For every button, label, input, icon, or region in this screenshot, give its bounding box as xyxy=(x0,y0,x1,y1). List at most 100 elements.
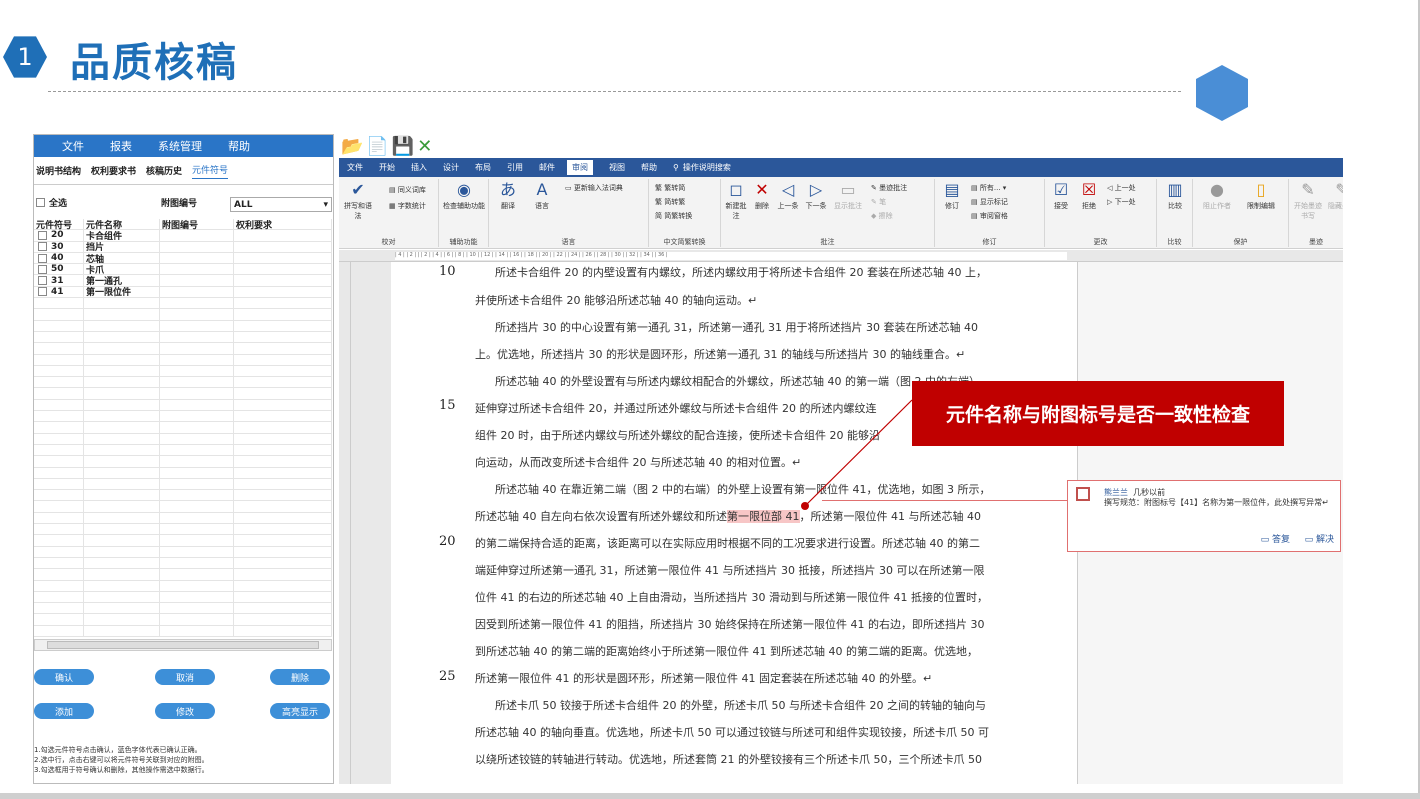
delete-button[interactable]: 删除 xyxy=(270,669,330,685)
tab-spec-structure[interactable]: 说明书结构 xyxy=(36,164,81,177)
menu-help[interactable]: 帮助 xyxy=(228,138,250,154)
figure-number-select[interactable]: ALL ▾ xyxy=(230,197,332,212)
table-row[interactable] xyxy=(34,444,332,457)
table-row[interactable] xyxy=(34,298,332,310)
table-row[interactable] xyxy=(34,320,332,332)
show-markup-button[interactable]: ▤ 显示标记 xyxy=(971,197,1008,207)
tab-view[interactable]: 视图 xyxy=(609,162,625,173)
markup-dropdown[interactable]: ▤ 所有... ▾ xyxy=(971,183,1006,193)
reviewing-pane-button[interactable]: ▤ 审阅窗格 xyxy=(971,211,1008,221)
open-folder-icon[interactable]: 📂 xyxy=(341,136,363,157)
highlight-button[interactable]: 高亮显示 xyxy=(270,703,330,719)
table-row[interactable] xyxy=(34,603,332,615)
next-change-button[interactable]: ▷ 下一处 xyxy=(1107,197,1136,207)
horizontal-ruler[interactable]: | 4 | | 2 | | | 2 | | 4 | | 6 | | 8 | | … xyxy=(339,250,1343,262)
menu-file[interactable]: 文件 xyxy=(62,138,84,154)
horizontal-scrollbar[interactable] xyxy=(34,639,332,651)
table-row[interactable]: 31 第一通孔 xyxy=(34,275,332,287)
restrict-editing-button[interactable]: ▯ 限制编辑 xyxy=(1239,181,1283,211)
close-x-icon[interactable]: ✕ xyxy=(417,136,432,157)
tab-help[interactable]: 帮助 xyxy=(641,162,657,173)
show-comments-button[interactable]: ▭ 显示批注 xyxy=(831,181,865,211)
eraser-button[interactable]: ◆ 擦除 xyxy=(871,211,893,221)
highlighted-error-text[interactable]: 第一限位部 41 xyxy=(727,510,800,523)
table-row[interactable] xyxy=(34,309,332,321)
save-icon[interactable]: 💾 xyxy=(392,136,414,157)
table-row[interactable] xyxy=(34,399,332,412)
select-all-checkbox[interactable] xyxy=(36,197,45,207)
tab-mailings[interactable]: 邮件 xyxy=(539,162,555,173)
prev-change-button[interactable]: ◁ 上一处 xyxy=(1107,183,1136,193)
tab-home[interactable]: 开始 xyxy=(379,162,395,173)
translate-button[interactable]: あ翻译 xyxy=(493,181,523,211)
ime-dictionary-button[interactable]: ▭ 更新输入法词典 xyxy=(565,183,623,193)
scrollbar-thumb[interactable] xyxy=(47,641,319,649)
table-row[interactable] xyxy=(34,411,332,423)
table-row[interactable] xyxy=(34,546,332,558)
table-row[interactable]: 20 卡合组件 xyxy=(34,230,332,242)
tab-layout[interactable]: 布局 xyxy=(475,162,491,173)
table-row[interactable] xyxy=(34,456,332,468)
check-accessibility-button[interactable]: ◉ 检查辅助功能 xyxy=(443,181,485,211)
compare-button[interactable]: ▥ 比较 xyxy=(1161,181,1189,211)
tab-history[interactable]: 核稿历史 xyxy=(146,164,182,177)
table-row[interactable] xyxy=(34,478,332,491)
tab-references[interactable]: 引用 xyxy=(507,162,523,173)
row-checkbox[interactable] xyxy=(38,287,47,297)
row-checkbox[interactable] xyxy=(38,276,47,286)
table-row[interactable] xyxy=(34,614,332,626)
table-row[interactable] xyxy=(34,580,332,592)
tab-review[interactable]: 审阅 xyxy=(567,160,593,175)
table-row[interactable] xyxy=(34,524,332,536)
track-changes-button[interactable]: ▤ 修订 xyxy=(939,181,965,211)
resolve-button[interactable]: ▭ 解决 xyxy=(1305,532,1334,545)
block-authors-button[interactable]: ● 阻止作者 xyxy=(1197,181,1237,211)
table-row[interactable]: 50 卡爪 xyxy=(34,264,332,276)
prev-comment-button[interactable]: ◁ 上一条 xyxy=(775,181,801,211)
tab-component-symbols[interactable]: 元件符号 xyxy=(192,163,229,179)
table-row[interactable] xyxy=(34,354,332,366)
menu-system[interactable]: 系统管理 xyxy=(158,138,202,154)
table-row[interactable] xyxy=(34,490,332,502)
simp-to-trad-button[interactable]: 繁 简转繁 xyxy=(655,197,685,207)
pen-button[interactable]: ✎ 笔 xyxy=(871,197,886,207)
tell-me-search[interactable]: 操作说明搜索 xyxy=(683,162,731,173)
row-checkbox[interactable] xyxy=(38,264,47,274)
reply-button[interactable]: ▭ 答复 xyxy=(1261,532,1290,545)
table-row[interactable] xyxy=(34,591,332,604)
table-row[interactable] xyxy=(34,535,332,547)
reject-button[interactable]: ☒ 拒绝 xyxy=(1077,181,1101,211)
table-row[interactable] xyxy=(34,422,332,434)
next-comment-button[interactable]: ▷ 下一条 xyxy=(803,181,829,211)
accept-button[interactable]: ☑ 接受 xyxy=(1049,181,1073,211)
review-comment[interactable]: 熊兰兰 几秒以前 撰写规范：附图标号【41】名称为第一限位件，此处撰写异常↵ ▭… xyxy=(1067,480,1341,552)
cancel-button[interactable]: 取消 xyxy=(155,669,215,685)
table-row[interactable] xyxy=(34,331,332,344)
language-button[interactable]: A 语言 xyxy=(527,181,557,211)
row-checkbox[interactable] xyxy=(38,230,47,240)
table-row[interactable] xyxy=(34,569,332,581)
vertical-ruler[interactable] xyxy=(339,262,351,784)
table-row[interactable]: 30 挡片 xyxy=(34,241,332,253)
hide-ink-button[interactable]: ✎隐藏墨迹 xyxy=(1327,181,1343,211)
menu-report[interactable]: 报表 xyxy=(110,138,132,154)
table-row[interactable] xyxy=(34,467,332,479)
ink-comment-button[interactable]: ✎ 墨迹批注 xyxy=(871,183,907,193)
confirm-button[interactable]: 确认 xyxy=(34,669,94,685)
table-row[interactable]: 40 芯轴 xyxy=(34,252,332,265)
table-row[interactable] xyxy=(34,388,332,400)
word-count-button[interactable]: ▦ 字数统计 xyxy=(389,201,426,211)
table-row[interactable] xyxy=(34,433,332,445)
table-row[interactable] xyxy=(34,501,332,513)
thesaurus-button[interactable]: ▤ 同义词库 xyxy=(389,185,426,195)
table-row[interactable] xyxy=(34,512,332,525)
tab-file[interactable]: 文件 xyxy=(347,162,363,173)
document-page[interactable]: 10 15 20 25 所述卡合组件 20 的内壁设置有内螺纹，所述内螺纹用于将… xyxy=(391,262,1077,784)
tab-design[interactable]: 设计 xyxy=(443,162,459,173)
delete-comment-button[interactable]: ✕ 删除 xyxy=(751,181,773,211)
table-row[interactable] xyxy=(34,557,332,570)
tab-claims[interactable]: 权利要求书 xyxy=(91,164,136,177)
add-button[interactable]: 添加 xyxy=(34,703,94,719)
trad-to-simp-button[interactable]: 繁 繁转简 xyxy=(655,183,685,193)
tab-insert[interactable]: 插入 xyxy=(411,162,427,173)
